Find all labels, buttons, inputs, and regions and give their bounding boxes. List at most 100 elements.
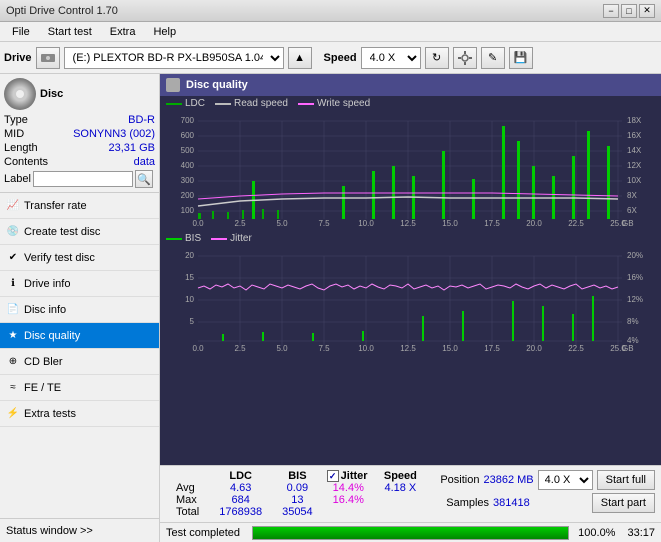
sidebar-item-extra-tests[interactable]: ⚡ Extra tests (0, 401, 159, 427)
eject-icon[interactable]: ▲ (288, 47, 312, 69)
disc-label-input[interactable] (33, 171, 133, 187)
disc-contents-label: Contents (4, 156, 48, 168)
svg-text:10X: 10X (627, 176, 642, 185)
disc-length-label: Length (4, 142, 38, 154)
save-icon[interactable]: 💾 (509, 47, 533, 69)
stats-total-row: Total 1768938 35054 (166, 506, 427, 518)
start-full-button[interactable]: Start full (597, 470, 655, 490)
sidebar-item-verify-test-disc[interactable]: ✔ Verify test disc (0, 245, 159, 271)
edit-icon[interactable]: ✎ (481, 47, 505, 69)
menu-file[interactable]: File (4, 24, 38, 40)
drive-info-icon: ℹ (6, 277, 20, 291)
max-ldc: 684 (209, 494, 272, 506)
avg-ldc: 4.63 (209, 482, 272, 494)
jitter-checkbox[interactable]: ✓ (327, 470, 339, 482)
main-layout: Disc Type BD-R MID SONYNN3 (002) Length … (0, 74, 661, 542)
write-speed-color (298, 103, 314, 105)
speed-label: Speed (324, 52, 357, 64)
minimize-button[interactable]: − (603, 4, 619, 18)
svg-text:200: 200 (181, 191, 195, 200)
svg-text:16%: 16% (627, 273, 643, 282)
samples-label: Samples (446, 497, 489, 509)
top-chart-wrapper: 700 600 500 400 300 200 100 18X 16X 14X … (160, 111, 661, 229)
start-part-button[interactable]: Start part (592, 493, 655, 513)
legend-bis-label: BIS (185, 233, 201, 244)
disc-length-value: 23,31 GB (109, 142, 155, 154)
sidebar-item-label: FE / TE (24, 382, 61, 394)
window-controls: − □ ✕ (603, 4, 655, 18)
svg-text:16X: 16X (627, 131, 642, 140)
svg-text:2.5: 2.5 (234, 219, 246, 228)
disc-quality-icon: ★ (6, 329, 20, 343)
maximize-button[interactable]: □ (621, 4, 637, 18)
charts-container: LDC Read speed Write speed (160, 96, 661, 465)
speed-select-stats[interactable]: 4.0 X (538, 470, 593, 490)
svg-text:10.0: 10.0 (358, 344, 374, 353)
drive-label: Drive (4, 52, 32, 64)
sidebar-item-disc-info[interactable]: 📄 Disc info (0, 297, 159, 323)
legend-write-speed: Write speed (298, 98, 370, 109)
disc-type-value: BD-R (128, 114, 155, 126)
svg-text:100: 100 (181, 206, 195, 215)
jitter-color (211, 238, 227, 240)
fe-te-icon: ≈ (6, 381, 20, 395)
svg-text:7.5: 7.5 (318, 344, 330, 353)
svg-text:17.5: 17.5 (484, 219, 500, 228)
sidebar-item-label: CD Bler (24, 356, 63, 368)
sidebar-item-disc-quality[interactable]: ★ Disc quality (0, 323, 159, 349)
total-speed (374, 506, 427, 518)
status-window-label: Status window >> (6, 525, 93, 537)
legend-ldc-label: LDC (185, 98, 205, 109)
max-label: Max (166, 494, 209, 506)
progress-percent: 100.0% (575, 527, 615, 539)
legend-ldc: LDC (166, 98, 205, 109)
legend-bis: BIS (166, 233, 201, 244)
samples-value: 381418 (493, 497, 530, 509)
menu-start-test[interactable]: Start test (40, 24, 100, 40)
svg-text:22.5: 22.5 (568, 344, 584, 353)
sidebar-item-label: Extra tests (24, 408, 76, 420)
toolbar: Drive (E:) PLEXTOR BD-R PX-LB950SA 1.04 … (0, 42, 661, 74)
status-window[interactable]: Status window >> (0, 518, 159, 542)
svg-text:GB: GB (622, 219, 634, 228)
transfer-rate-icon: 📈 (6, 199, 20, 213)
settings-icon[interactable] (453, 47, 477, 69)
disc-quality-header: Disc quality (160, 74, 661, 96)
refresh-icon[interactable]: ↻ (425, 47, 449, 69)
svg-text:12.5: 12.5 (400, 219, 416, 228)
disc-quality-title: Disc quality (186, 79, 248, 91)
svg-text:12.5: 12.5 (400, 344, 416, 353)
svg-text:8%: 8% (627, 317, 639, 326)
total-ldc: 1768938 (209, 506, 272, 518)
disc-contents-row: Contents data (4, 156, 155, 168)
close-button[interactable]: ✕ (639, 4, 655, 18)
svg-text:0.0: 0.0 (192, 344, 204, 353)
menu-extra[interactable]: Extra (102, 24, 144, 40)
svg-text:7.5: 7.5 (318, 219, 330, 228)
menu-help[interactable]: Help (145, 24, 184, 40)
bottom-chart-legend: BIS Jitter (160, 231, 661, 246)
total-jitter (323, 506, 374, 518)
speed-select[interactable]: 4.0 X (361, 47, 421, 69)
nav-section: 📈 Transfer rate 💿 Create test disc ✔ Ver… (0, 193, 159, 518)
sidebar-item-transfer-rate[interactable]: 📈 Transfer rate (0, 193, 159, 219)
sidebar-item-create-test-disc[interactable]: 💿 Create test disc (0, 219, 159, 245)
top-chart-legend: LDC Read speed Write speed (160, 96, 661, 111)
svg-text:20.0: 20.0 (526, 219, 542, 228)
sidebar-item-label: Create test disc (24, 226, 100, 238)
sidebar-item-fe-te[interactable]: ≈ FE / TE (0, 375, 159, 401)
title-bar: Opti Drive Control 1.70 − □ ✕ (0, 0, 661, 22)
svg-text:10: 10 (185, 295, 194, 304)
sidebar-item-cd-bler[interactable]: ⊕ CD Bler (0, 349, 159, 375)
position-label: Position (440, 474, 479, 486)
svg-text:2.5: 2.5 (234, 344, 246, 353)
disc-type-label: Type (4, 114, 28, 126)
legend-write-speed-label: Write speed (317, 98, 370, 109)
disc-label-button[interactable]: 🔍 (135, 170, 153, 188)
ldc-color (166, 103, 182, 105)
disc-icon (4, 78, 36, 110)
stats-area: LDC BIS ✓ Jitter Speed (160, 465, 661, 522)
drive-select[interactable]: (E:) PLEXTOR BD-R PX-LB950SA 1.04 (64, 47, 284, 69)
sidebar-item-drive-info[interactable]: ℹ Drive info (0, 271, 159, 297)
drive-icon (36, 47, 60, 69)
